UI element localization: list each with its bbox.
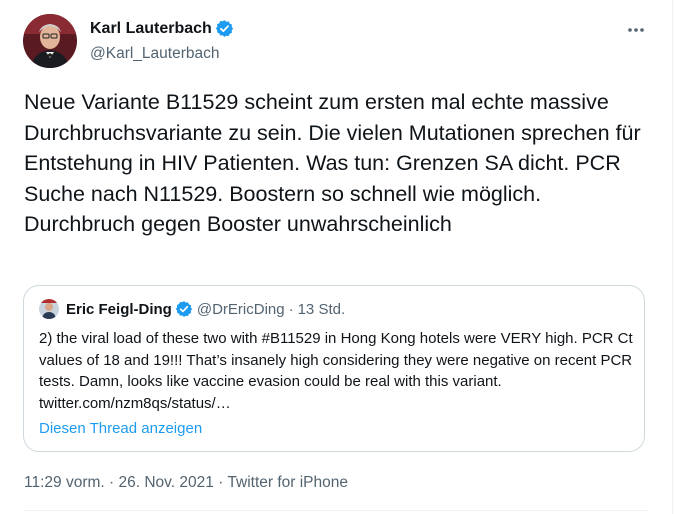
author-handle[interactable]: @Karl_Lauterbach [90,45,219,63]
quoted-author-avatar [39,299,59,319]
quoted-author-name: Eric Feigl-Ding [66,300,172,318]
tweet-date[interactable]: 26. Nov. 2021 [119,474,214,491]
quoted-tweet-header: Eric Feigl-Ding @DrEricDing · 13 Std. [39,299,345,319]
divider [24,510,648,511]
author-display-name[interactable]: Karl Lauterbach [90,20,212,38]
footer-separator: · [218,474,224,491]
quoted-tweet[interactable]: Eric Feigl-Ding @DrEricDing · 13 Std. 2)… [23,285,645,452]
quoted-author-handle: @DrEricDing [196,300,285,318]
verified-badge-icon [215,19,234,38]
quoted-separator: · [288,300,294,318]
tweet-time[interactable]: 11:29 vorm. [24,474,105,491]
quoted-tweet-text: 2) the viral load of these two with #B11… [39,330,633,412]
tweet-text: Neue Variante B11529 scheint zum ersten … [24,90,641,236]
tweet-footer-meta: 11:29 vorm. · 26. Nov. 2021 · Twitter fo… [24,474,348,492]
author-name-row: Karl Lauterbach [90,19,234,38]
more-horizontal-icon[interactable] [624,18,648,42]
author-avatar[interactable] [23,14,77,68]
show-thread-link[interactable]: Diesen Thread anzeigen [39,420,202,437]
footer-separator: · [109,474,115,491]
tweet-source[interactable]: Twitter for iPhone [227,474,348,491]
quoted-time-ago: 13 Std. [297,300,346,318]
tweet-card: Karl Lauterbach @Karl_Lauterbach Neue Va… [0,0,673,514]
quoted-verified-badge-icon [175,300,193,318]
